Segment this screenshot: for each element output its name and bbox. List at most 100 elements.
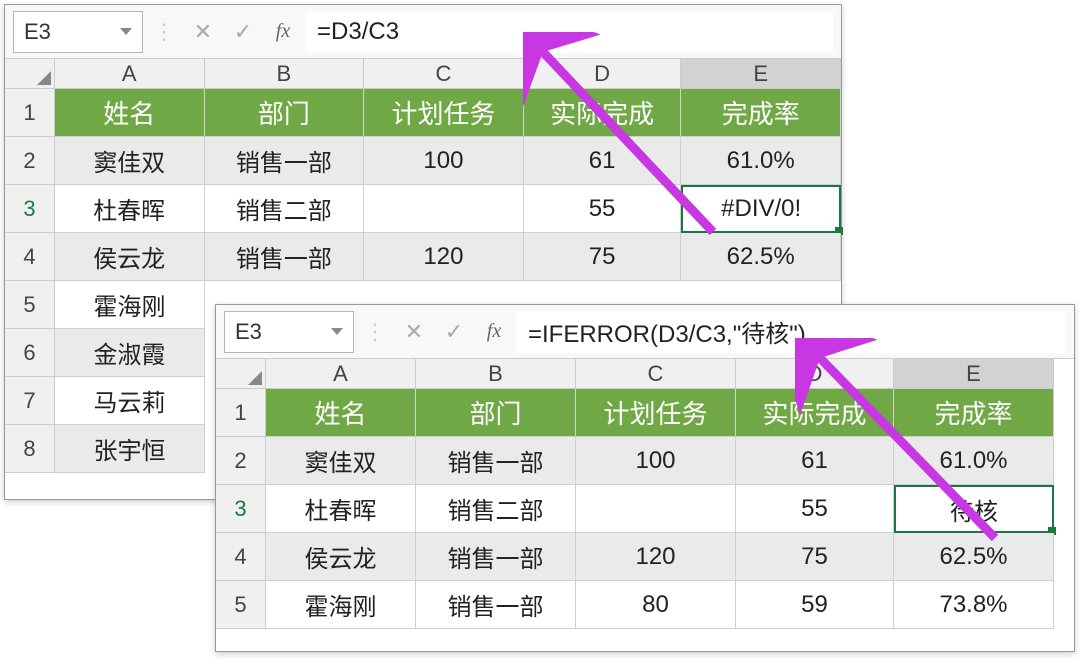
cell-b2[interactable]: 销售一部	[416, 437, 576, 485]
cancel-button[interactable]: ✕	[185, 14, 221, 50]
column-header-b[interactable]: B	[416, 359, 576, 389]
cell-e4[interactable]: 62.5%	[894, 533, 1054, 581]
name-box-value: E3	[24, 19, 51, 45]
insert-function-button[interactable]: fx	[476, 314, 512, 350]
cell-b2[interactable]: 销售一部	[205, 137, 365, 185]
cell-e3-selected[interactable]: #DIV/0!	[681, 185, 841, 233]
table-row-header: 1 姓名 部门 计划任务 实际完成 完成率	[216, 389, 1074, 437]
row-header-7[interactable]: 7	[5, 377, 55, 425]
cell-c3[interactable]	[364, 185, 524, 233]
cell-b4[interactable]: 销售一部	[416, 533, 576, 581]
header-cell-dept[interactable]: 部门	[416, 389, 576, 437]
cell-b3[interactable]: 销售二部	[205, 185, 365, 233]
check-icon: ✓	[234, 19, 252, 45]
cell-a2[interactable]: 窦佳双	[55, 137, 205, 185]
cell-a6[interactable]: 金淑霞	[55, 329, 205, 377]
header-cell-plan[interactable]: 计划任务	[364, 89, 524, 137]
column-header-c[interactable]: C	[364, 59, 524, 89]
excel-window-2: E3 ⋮ ✕ ✓ fx =IFERROR(D3/C3,"待核") A B C D…	[215, 304, 1075, 652]
header-cell-actual[interactable]: 实际完成	[736, 389, 894, 437]
enter-button[interactable]: ✓	[436, 314, 472, 350]
cell-a3[interactable]: 杜春晖	[266, 485, 416, 533]
header-cell-dept[interactable]: 部门	[205, 89, 365, 137]
formula-bar-separator: ⋮	[153, 19, 175, 45]
table-row: 4 侯云龙 销售一部 120 75 62.5%	[5, 233, 841, 281]
cell-c2[interactable]: 100	[576, 437, 736, 485]
cell-e5[interactable]: 73.8%	[894, 581, 1054, 629]
column-header-a[interactable]: A	[55, 59, 205, 89]
cell-e4[interactable]: 62.5%	[681, 233, 841, 281]
table-row: 3 杜春晖 销售二部 55 待核	[216, 485, 1074, 533]
cell-c3[interactable]	[576, 485, 736, 533]
select-all-corner[interactable]	[5, 59, 55, 89]
row-header-3[interactable]: 3	[216, 485, 266, 533]
cell-a4[interactable]: 侯云龙	[266, 533, 416, 581]
cancel-button[interactable]: ✕	[396, 314, 432, 350]
cell-a8[interactable]: 张宇恒	[55, 425, 205, 473]
row-header-5[interactable]: 5	[216, 581, 266, 629]
cell-e3-selected[interactable]: 待核	[894, 485, 1054, 533]
column-header-d[interactable]: D	[736, 359, 894, 389]
cell-a4[interactable]: 侯云龙	[55, 233, 205, 281]
header-cell-actual[interactable]: 实际完成	[524, 89, 682, 137]
header-cell-rate[interactable]: 完成率	[681, 89, 841, 137]
row-header-2[interactable]: 2	[216, 437, 266, 485]
formula-text: =D3/C3	[317, 18, 399, 46]
cell-d3[interactable]: 55	[524, 185, 682, 233]
cell-a3[interactable]: 杜春晖	[55, 185, 205, 233]
header-cell-name[interactable]: 姓名	[266, 389, 416, 437]
row-header-1[interactable]: 1	[5, 89, 55, 137]
cell-d4[interactable]: 75	[736, 533, 894, 581]
formula-bar: E3 ⋮ ✕ ✓ fx =IFERROR(D3/C3,"待核")	[216, 305, 1074, 359]
fx-icon: fx	[487, 320, 501, 343]
cell-d3[interactable]: 55	[736, 485, 894, 533]
cell-b3[interactable]: 销售二部	[416, 485, 576, 533]
cell-b5[interactable]: 销售一部	[416, 581, 576, 629]
row-header-4[interactable]: 4	[216, 533, 266, 581]
row-header-8[interactable]: 8	[5, 425, 55, 473]
cell-d2[interactable]: 61	[524, 137, 682, 185]
header-cell-rate[interactable]: 完成率	[894, 389, 1054, 437]
select-all-corner[interactable]	[216, 359, 266, 389]
cell-d4[interactable]: 75	[524, 233, 682, 281]
cell-a5[interactable]: 霍海刚	[55, 281, 205, 329]
row-header-4[interactable]: 4	[5, 233, 55, 281]
header-cell-plan[interactable]: 计划任务	[576, 389, 736, 437]
table-row-header: 1 姓名 部门 计划任务 实际完成 完成率	[5, 89, 841, 137]
cancel-icon: ✕	[405, 319, 423, 345]
column-header-d[interactable]: D	[524, 59, 682, 89]
column-header-a[interactable]: A	[266, 359, 416, 389]
cell-e2[interactable]: 61.0%	[894, 437, 1054, 485]
row-header-5[interactable]: 5	[5, 281, 55, 329]
cell-c5[interactable]: 80	[576, 581, 736, 629]
column-header-e[interactable]: E	[681, 59, 841, 89]
column-header-e[interactable]: E	[894, 359, 1054, 389]
column-header-b[interactable]: B	[205, 59, 365, 89]
cell-a5[interactable]: 霍海刚	[266, 581, 416, 629]
cell-c4[interactable]: 120	[576, 533, 736, 581]
table-row: 3 杜春晖 销售二部 55 #DIV/0!	[5, 185, 841, 233]
cell-e2[interactable]: 61.0%	[681, 137, 841, 185]
enter-button[interactable]: ✓	[225, 14, 261, 50]
name-box-dropdown-icon[interactable]	[331, 328, 343, 335]
name-box[interactable]: E3	[13, 11, 143, 53]
row-header-6[interactable]: 6	[5, 329, 55, 377]
cell-d5[interactable]: 59	[736, 581, 894, 629]
insert-function-button[interactable]: fx	[265, 14, 301, 50]
name-box[interactable]: E3	[224, 311, 354, 353]
row-header-3[interactable]: 3	[5, 185, 55, 233]
name-box-dropdown-icon[interactable]	[120, 28, 132, 35]
row-header-1[interactable]: 1	[216, 389, 266, 437]
header-cell-name[interactable]: 姓名	[55, 89, 205, 137]
spreadsheet-grid: A B C D E 1 姓名 部门 计划任务 实际完成 完成率 2 窦佳双 销售…	[216, 359, 1074, 629]
cell-c4[interactable]: 120	[364, 233, 524, 281]
cell-d2[interactable]: 61	[736, 437, 894, 485]
cell-c2[interactable]: 100	[364, 137, 524, 185]
row-header-2[interactable]: 2	[5, 137, 55, 185]
formula-input[interactable]: =D3/C3	[305, 11, 833, 53]
column-header-c[interactable]: C	[576, 359, 736, 389]
cell-b4[interactable]: 销售一部	[205, 233, 365, 281]
cell-a2[interactable]: 窦佳双	[266, 437, 416, 485]
formula-input[interactable]: =IFERROR(D3/C3,"待核")	[516, 311, 1066, 353]
cell-a7[interactable]: 马云莉	[55, 377, 205, 425]
